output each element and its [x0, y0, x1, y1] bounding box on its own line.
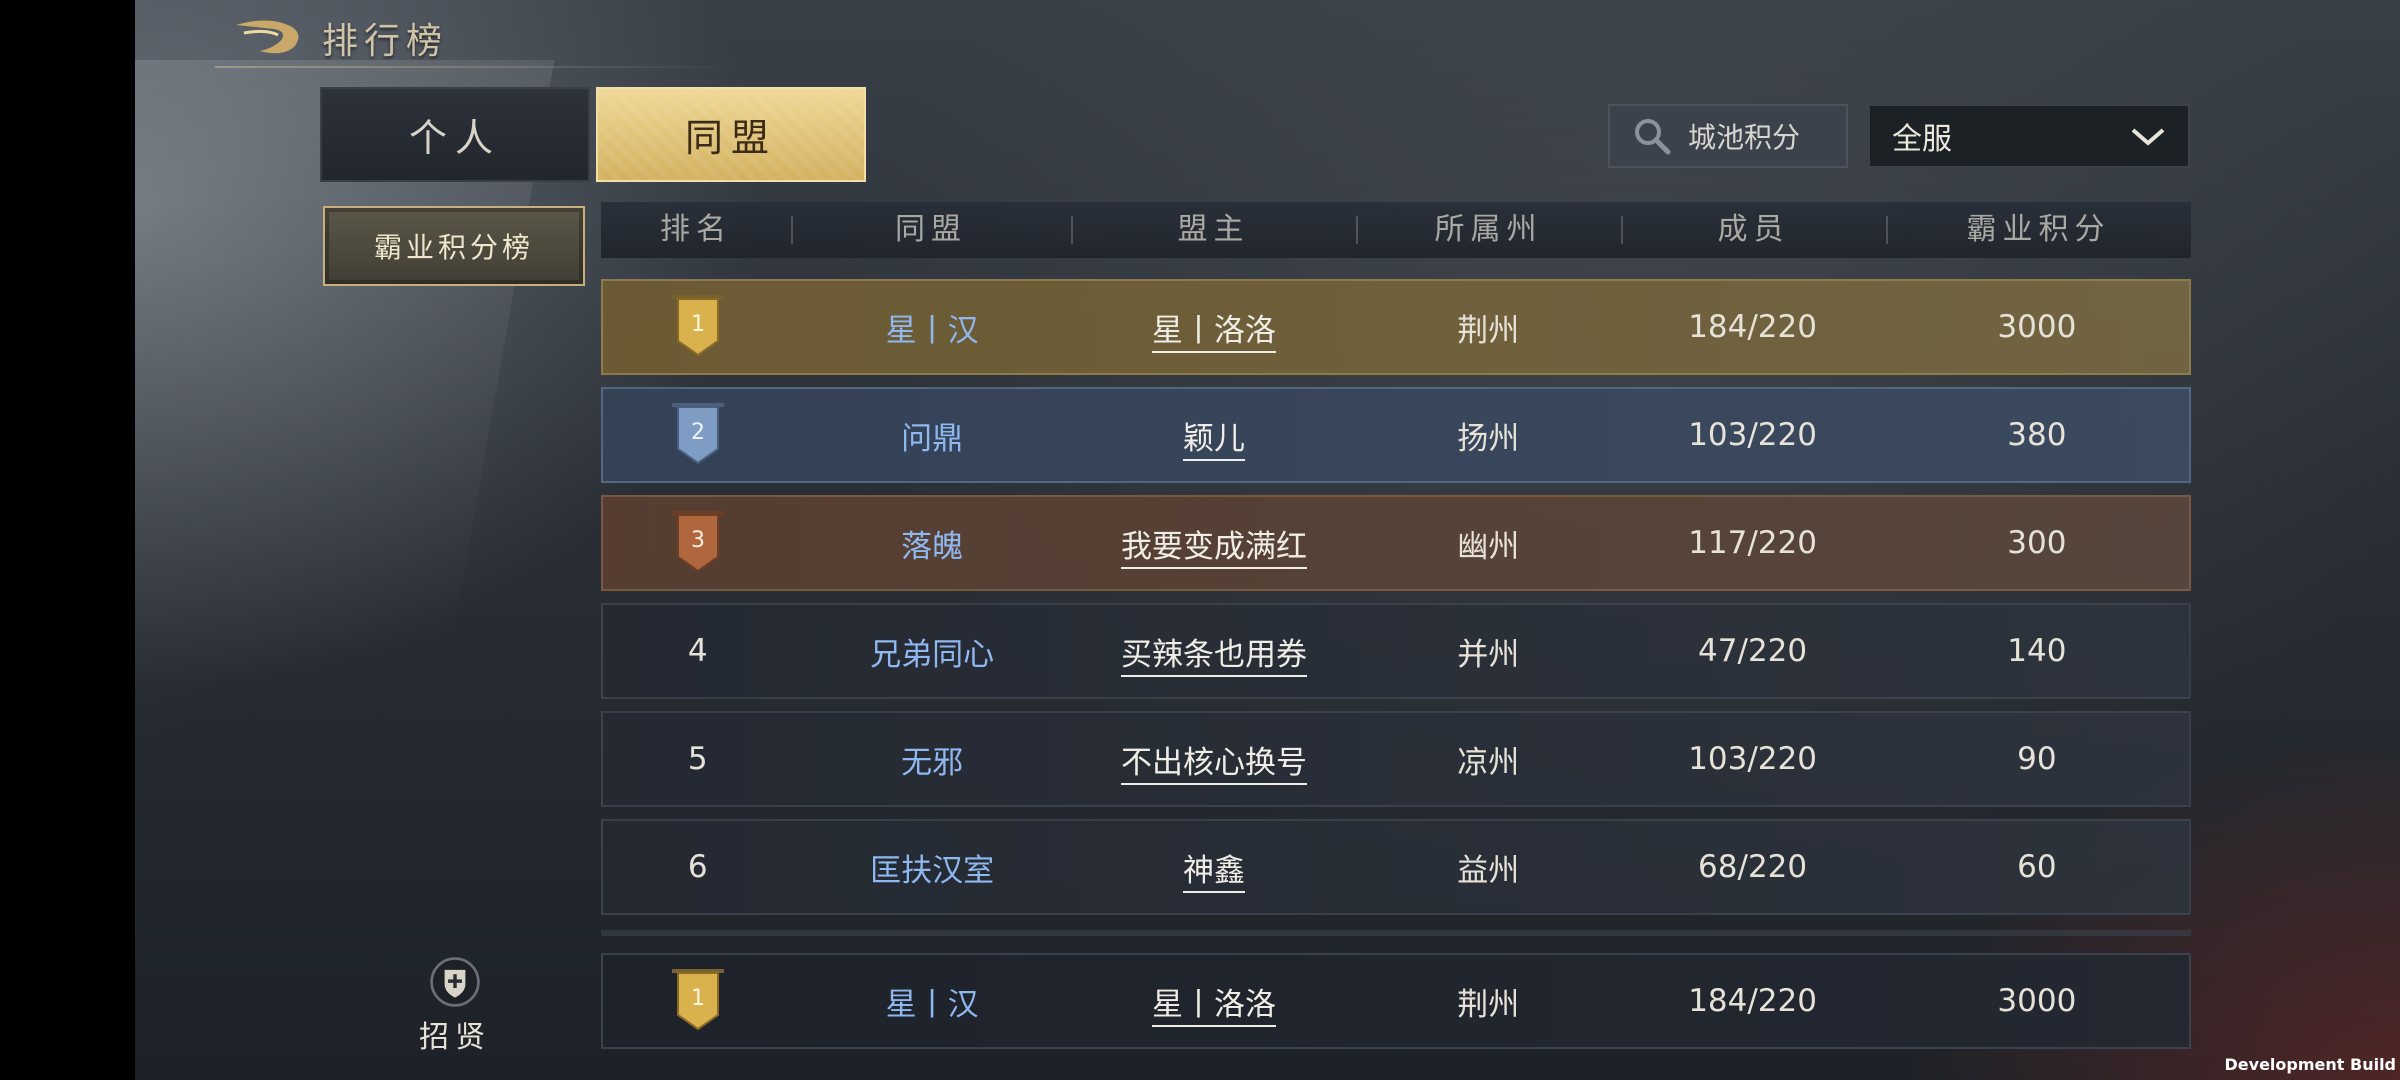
silver-medal-icon: 2 — [671, 403, 724, 465]
state-name: 幽州 — [1457, 528, 1520, 565]
list-scroll-edge — [601, 930, 2191, 936]
shield-icon — [430, 957, 480, 1007]
table-row[interactable]: 5 无邪 不出核心换号 凉州 103/220 90 — [601, 711, 2191, 807]
server-dropdown[interactable]: 全服 — [1868, 104, 2190, 168]
state-name: 荆州 — [1457, 312, 1520, 349]
alliance-name: 问鼎 — [901, 420, 964, 457]
leader-link[interactable]: 神鑫 — [1182, 852, 1245, 893]
hegemony-score: 60 — [2017, 849, 2057, 885]
alliance-name: 兄弟同心 — [870, 636, 995, 673]
hegemony-score: 380 — [2007, 417, 2067, 453]
column-header-rank: 排名 — [660, 212, 732, 247]
state-name: 凉州 — [1457, 744, 1520, 781]
category-hegemony-score[interactable]: 霸业积分榜 — [323, 206, 585, 286]
leader-link[interactable]: 我要变成满红 — [1120, 528, 1307, 569]
leader-cell: 神鑫 — [1072, 845, 1356, 893]
leader-cell: 买辣条也用券 — [1072, 629, 1356, 677]
leader-cell: 星丨洛洛 — [1072, 305, 1356, 353]
member-count: 47/220 — [1698, 633, 1808, 669]
hegemony-score: 140 — [2007, 633, 2067, 669]
own-alliance-row[interactable]: 1 星丨汉 星丨洛洛 荆州 184/220 3000 — [601, 953, 2191, 1049]
hegemony-score: 300 — [2007, 525, 2067, 561]
table-row[interactable]: 4 兄弟同心 买辣条也用券 并州 47/220 140 — [601, 603, 2191, 699]
gold-medal-icon: 1 — [671, 295, 724, 357]
column-header-leader: 盟主 — [1071, 202, 1356, 258]
medal-rank-number: 2 — [691, 420, 705, 445]
ranking-tabs: 个人 同盟 — [320, 87, 866, 182]
column-header-alliance: 同盟 — [791, 202, 1071, 258]
back-arrow-icon[interactable] — [230, 13, 310, 63]
alliance-name: 星丨汉 — [885, 986, 979, 1023]
member-count: 184/220 — [1688, 983, 1817, 1019]
header-divider — [215, 66, 735, 68]
header: 排行榜 — [230, 8, 448, 68]
alliance-name: 匡扶汉室 — [870, 852, 995, 889]
alliance-name: 星丨汉 — [885, 312, 979, 349]
recruit-label: 招贤 — [419, 1020, 491, 1055]
rank-cell: 1 — [603, 291, 793, 363]
alliance-name: 无邪 — [901, 744, 964, 781]
bronze-medal-icon: 3 — [671, 511, 724, 573]
tab-alliance[interactable]: 同盟 — [596, 87, 866, 182]
rank-cell: 1 — [603, 965, 793, 1037]
leader-link[interactable]: 颖儿 — [1182, 420, 1245, 461]
rank-number: 6 — [687, 849, 708, 885]
medal-rank-number: 1 — [691, 986, 705, 1011]
rank-cell: 2 — [603, 399, 793, 471]
leader-link[interactable]: 买辣条也用券 — [1120, 636, 1307, 677]
leader-cell: 不出核心换号 — [1072, 737, 1356, 785]
table-row[interactable]: 6 匡扶汉室 神鑫 益州 68/220 60 — [601, 819, 2191, 915]
state-name: 扬州 — [1457, 420, 1520, 457]
leader-link[interactable]: 星丨洛洛 — [1151, 986, 1276, 1027]
leader-link[interactable]: 不出核心换号 — [1120, 744, 1307, 785]
member-count: 117/220 — [1688, 525, 1817, 561]
background-light — [135, 60, 555, 960]
build-watermark: Development Build — [2224, 1055, 2396, 1074]
leader-link[interactable]: 星丨洛洛 — [1151, 312, 1276, 353]
server-dropdown-value: 全服 — [1892, 122, 1952, 157]
leader-cell: 星丨洛洛 — [1072, 979, 1356, 1027]
hegemony-score: 3000 — [1997, 309, 2077, 345]
rank-cell: 3 — [603, 507, 793, 579]
rank-number: 5 — [687, 741, 708, 777]
table-row[interactable]: 3 落魄 我要变成满红 幽州 117/220 300 — [601, 495, 2191, 591]
page-title: 排行榜 — [322, 21, 449, 62]
member-count: 184/220 — [1688, 309, 1817, 345]
tab-personal[interactable]: 个人 — [320, 87, 590, 182]
medal-rank-number: 3 — [691, 528, 705, 553]
search-label: 城池积分 — [1688, 121, 1801, 154]
leader-cell: 颖儿 — [1072, 413, 1356, 461]
gold-medal-icon: 1 — [671, 969, 724, 1031]
medal-rank-number: 1 — [691, 312, 705, 337]
state-name: 荆州 — [1457, 986, 1520, 1023]
table-row[interactable]: 2 问鼎 颖儿 扬州 103/220 380 — [601, 387, 2191, 483]
search-icon — [1635, 119, 1671, 155]
ranking-list: 1 星丨汉 星丨洛洛 荆州 184/220 3000 2 问鼎 颖儿 扬州 10… — [601, 279, 2191, 927]
column-header-score: 霸业积分 — [1886, 202, 2191, 258]
table-row[interactable]: 1 星丨汉 星丨洛洛 荆州 184/220 3000 — [601, 279, 2191, 375]
member-count: 68/220 — [1698, 849, 1808, 885]
recruit-button[interactable]: 招贤 — [405, 956, 505, 1056]
leader-cell: 我要变成满红 — [1072, 521, 1356, 569]
column-header-state: 所属州 — [1356, 202, 1621, 258]
alliance-name: 落魄 — [901, 528, 964, 565]
city-score-search-button[interactable]: 城池积分 — [1608, 104, 1848, 168]
state-name: 益州 — [1457, 852, 1520, 889]
table-header: 排名 同盟 盟主 所属州 成员 霸业积分 — [601, 202, 2191, 258]
member-count: 103/220 — [1688, 741, 1817, 777]
hegemony-score: 3000 — [1997, 983, 2077, 1019]
member-count: 103/220 — [1688, 417, 1817, 453]
game-screen: 排行榜 个人 同盟 城池积分 全服 霸业积分榜 排名 同盟 盟主 所属州 成员 … — [135, 0, 2400, 1080]
column-header-members: 成员 — [1621, 202, 1886, 258]
hegemony-score: 90 — [2017, 741, 2057, 777]
state-name: 并州 — [1457, 636, 1520, 673]
rank-number: 4 — [687, 633, 708, 669]
chevron-down-icon — [2131, 128, 2165, 146]
